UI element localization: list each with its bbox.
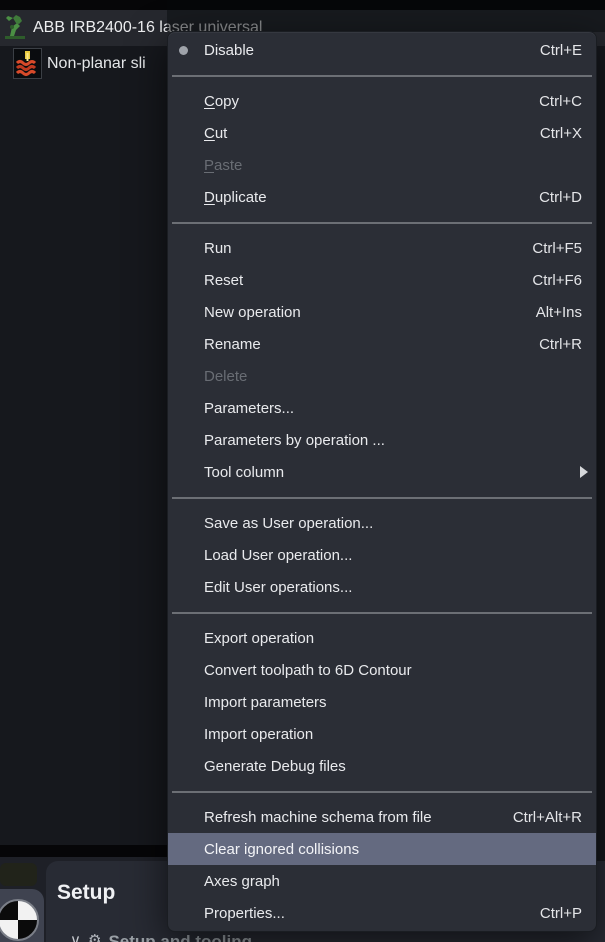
menu-separator	[172, 612, 592, 614]
menu-item-import-operation[interactable]: Import operation	[168, 718, 596, 750]
menu-item-edit-user-operations[interactable]: Edit User operations...	[168, 571, 596, 603]
menu-item-paste: Paste	[168, 149, 596, 181]
menu-item-label: Refresh machine schema from file	[204, 809, 513, 826]
setup-and-tooling-label: Setup and tooling	[108, 933, 252, 942]
enabled-bullet-icon	[179, 46, 188, 55]
menu-item-import-parameters[interactable]: Import parameters	[168, 686, 596, 718]
robot-arm-icon	[2, 12, 30, 42]
menu-item-label: Parameters by operation ...	[204, 432, 582, 449]
menu-item-disable[interactable]: DisableCtrl+E	[168, 34, 596, 66]
menu-item-label: Paste	[204, 157, 582, 174]
menu-separator	[172, 222, 592, 224]
setup-and-tooling-icon: ⚙	[88, 933, 101, 942]
menu-item-label: Run	[204, 240, 532, 257]
menu-item-duplicate[interactable]: DuplicateCtrl+D	[168, 181, 596, 213]
menu-item-tool-column[interactable]: Tool column	[168, 456, 596, 488]
menu-item-rename[interactable]: RenameCtrl+R	[168, 328, 596, 360]
menu-shortcut: Ctrl+C	[539, 93, 582, 110]
bottom-toolbar-button[interactable]	[0, 863, 37, 886]
menu-item-load-user-operation[interactable]: Load User operation...	[168, 539, 596, 571]
menu-item-export-operation[interactable]: Export operation	[168, 622, 596, 654]
menu-item-label: Tool column	[204, 464, 582, 481]
menu-item-reset[interactable]: ResetCtrl+F6	[168, 264, 596, 296]
menu-item-label: Import operation	[204, 726, 582, 743]
menu-item-label: Properties...	[204, 905, 540, 922]
menu-item-parameters-by-operation[interactable]: Parameters by operation ...	[168, 424, 596, 456]
menu-item-label: Delete	[204, 368, 582, 385]
menu-separator	[172, 497, 592, 499]
menu-shortcut: Alt+Ins	[536, 304, 582, 321]
menu-shortcut: Ctrl+P	[540, 905, 582, 922]
menu-item-refresh-machine-schema-from-file[interactable]: Refresh machine schema from fileCtrl+Alt…	[168, 801, 596, 833]
menu-item-label: Load User operation...	[204, 547, 582, 564]
menu-item-label: Parameters...	[204, 400, 582, 417]
tree-item-operation-label: Non-planar sli	[47, 46, 146, 82]
menu-item-label: Convert toolpath to 6D Contour	[204, 662, 582, 679]
menu-item-label: Edit User operations...	[204, 579, 582, 596]
menu-shortcut: Ctrl+R	[539, 336, 582, 353]
menu-shortcut: Ctrl+F5	[532, 240, 582, 257]
menu-item-label: Import parameters	[204, 694, 582, 711]
menu-item-delete: Delete	[168, 360, 596, 392]
menu-shortcut: Ctrl+E	[540, 42, 582, 59]
menu-shortcut: Ctrl+F6	[532, 272, 582, 289]
menu-item-label: Reset	[204, 272, 532, 289]
menu-item-label: Save as User operation...	[204, 515, 582, 532]
menu-item-generate-debug-files[interactable]: Generate Debug files	[168, 750, 596, 782]
setup-panel-title: Setup	[57, 881, 115, 905]
menu-item-save-as-user-operation[interactable]: Save as User operation...	[168, 507, 596, 539]
setup-and-tooling-section[interactable]: ∨ ⚙ Setup and tooling	[70, 933, 252, 942]
menu-shortcut: Ctrl+D	[539, 189, 582, 206]
menu-item-label: Axes graph	[204, 873, 582, 890]
menu-item-label: Generate Debug files	[204, 758, 582, 775]
menu-shadow-overlay	[167, 0, 605, 32]
menu-item-parameters[interactable]: Parameters...	[168, 392, 596, 424]
menu-separator	[172, 75, 592, 77]
submenu-arrow-icon	[580, 466, 588, 478]
menu-item-new-operation[interactable]: New operationAlt+Ins	[168, 296, 596, 328]
context-menu: DisableCtrl+ECopyCtrl+CCutCtrl+XPasteDup…	[167, 31, 597, 932]
menu-item-label: Export operation	[204, 630, 582, 647]
menu-item-label: Disable	[204, 42, 540, 59]
menu-shortcut: Ctrl+Alt+R	[513, 809, 582, 826]
menu-item-cut[interactable]: CutCtrl+X	[168, 117, 596, 149]
menu-separator	[172, 791, 592, 793]
menu-item-convert-toolpath-to-6d-contour[interactable]: Convert toolpath to 6D Contour	[168, 654, 596, 686]
menu-item-label: Cut	[204, 125, 540, 142]
menu-item-axes-graph[interactable]: Axes graph	[168, 865, 596, 897]
menu-item-copy[interactable]: CopyCtrl+C	[168, 85, 596, 117]
menu-item-label: Clear ignored collisions	[204, 841, 582, 858]
menu-item-label: Duplicate	[204, 189, 539, 206]
menu-item-run[interactable]: RunCtrl+F5	[168, 232, 596, 264]
menu-shortcut: Ctrl+X	[540, 125, 582, 142]
menu-item-label: Rename	[204, 336, 539, 353]
menu-item-label: New operation	[204, 304, 536, 321]
menu-item-label: Copy	[204, 93, 539, 110]
menu-item-clear-ignored-collisions[interactable]: Clear ignored collisions	[168, 833, 596, 865]
chevron-down-icon: ∨	[70, 933, 81, 942]
bottom-divider-strip	[0, 845, 167, 857]
non-planar-slicing-icon	[13, 48, 42, 79]
menu-item-properties[interactable]: Properties...Ctrl+P	[168, 897, 596, 929]
